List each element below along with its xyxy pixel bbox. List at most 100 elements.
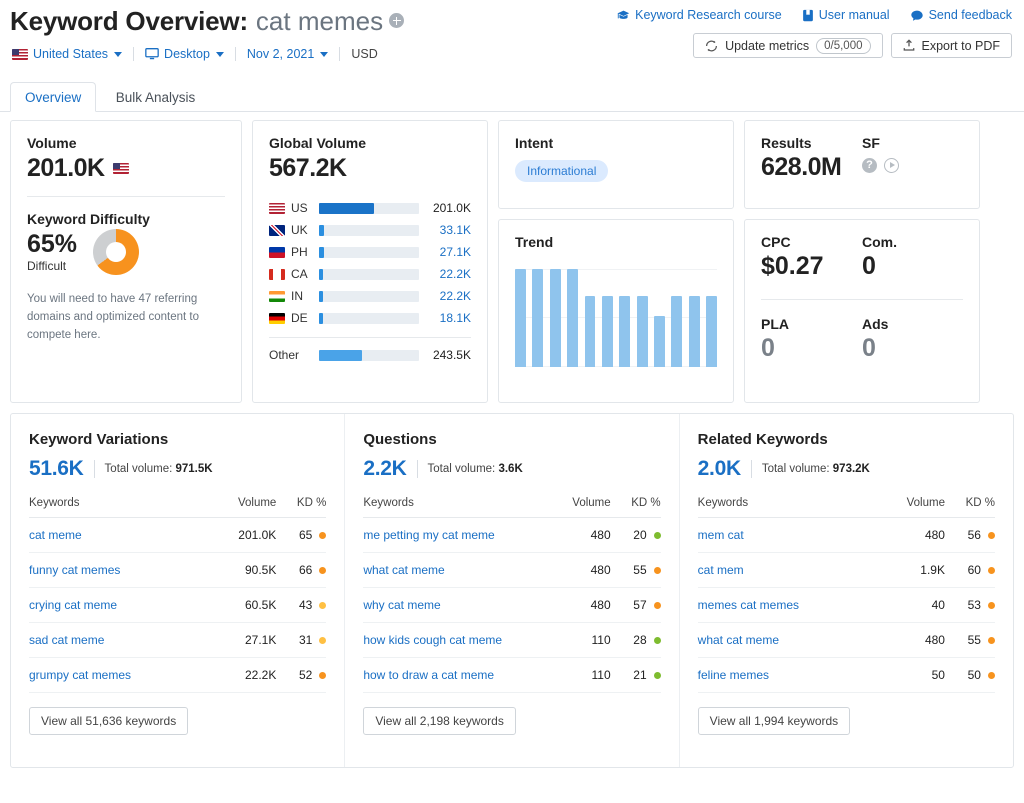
table-row[interactable]: what cat meme48055 (363, 553, 660, 588)
total-volume: Total volume: 973.2K (762, 463, 870, 475)
volume-value[interactable]: 18.1K (427, 311, 471, 325)
column-header-kd[interactable]: KD % (276, 491, 326, 518)
country-selector[interactable]: United States (10, 47, 133, 61)
table-row[interactable]: sad cat meme27.1K31 (29, 623, 326, 658)
keyword-count[interactable]: 2.0K (698, 457, 741, 481)
send-feedback-link[interactable]: Send feedback (910, 8, 1012, 22)
volume-card: Volume 201.0K Keyword Difficulty 65% Dif… (10, 120, 242, 403)
trend-bar[interactable] (567, 269, 578, 367)
pla-value: 0 (761, 334, 862, 363)
view-all-keywords-button[interactable]: View all 2,198 keywords (363, 707, 516, 735)
view-all-keywords-button[interactable]: View all 1,994 keywords (698, 707, 851, 735)
kd-status-dot (654, 567, 661, 574)
keyword-difficulty-label: Keyword Difficulty (27, 211, 225, 227)
kd-status-dot (319, 637, 326, 644)
user-manual-link[interactable]: User manual (802, 8, 890, 22)
tab-bulk-analysis[interactable]: Bulk Analysis (101, 82, 211, 112)
us-flag-icon (113, 163, 129, 174)
keyword-link[interactable]: crying cat meme (29, 598, 117, 612)
keyword-link[interactable]: how to draw a cat meme (363, 668, 494, 682)
trend-bar[interactable] (515, 269, 526, 367)
volume-value[interactable]: 27.1K (427, 245, 471, 259)
table-row[interactable]: why cat meme48057 (363, 588, 660, 623)
keyword-link[interactable]: how kids cough cat meme (363, 633, 502, 647)
date-selector[interactable]: Nov 2, 2021 (236, 47, 339, 61)
table-row[interactable]: cat meme201.0K65 (29, 518, 326, 553)
tab-overview[interactable]: Overview (10, 82, 96, 112)
volume-value[interactable]: 33.1K (427, 223, 471, 237)
table-row[interactable]: memes cat memes4053 (698, 588, 995, 623)
column-header-keywords[interactable]: Keywords (698, 491, 877, 518)
trend-bar[interactable] (550, 269, 561, 367)
country-code: US (291, 201, 319, 215)
trend-bar[interactable] (637, 296, 648, 367)
trend-bar[interactable] (654, 316, 665, 367)
column-header-keywords[interactable]: Keywords (29, 491, 209, 518)
keyword-link[interactable]: mem cat (698, 528, 744, 542)
table-row[interactable]: what cat meme48055 (698, 623, 995, 658)
trend-bar[interactable] (585, 296, 596, 367)
volume-value[interactable]: 22.2K (427, 289, 471, 303)
column-header-volume[interactable]: Volume (209, 491, 277, 518)
plus-circle-icon[interactable] (389, 13, 404, 28)
keyword-link[interactable]: what cat meme (363, 563, 444, 577)
keyword-link[interactable]: feline memes (698, 668, 769, 682)
table-row[interactable]: crying cat meme60.5K43 (29, 588, 326, 623)
global-volume-row[interactable]: UK33.1K (269, 219, 471, 241)
table-row[interactable]: mem cat48056 (698, 518, 995, 553)
keyword-link[interactable]: what cat meme (698, 633, 779, 647)
global-volume-row[interactable]: CA22.2K (269, 263, 471, 285)
keyword-count[interactable]: 51.6K (29, 457, 84, 481)
view-all-keywords-button[interactable]: View all 51,636 keywords (29, 707, 188, 735)
trend-bar[interactable] (602, 296, 613, 367)
volume-cell: 1.9K (877, 553, 945, 588)
keyword-cell: what cat meme (363, 553, 557, 588)
trend-bar[interactable] (619, 296, 630, 367)
header-actions: Update metrics 0/5,000 Export to PDF (693, 33, 1012, 58)
global-volume-row[interactable]: IN22.2K (269, 285, 471, 307)
keyword-link[interactable]: me petting my cat meme (363, 528, 494, 542)
keyword-link[interactable]: cat meme (29, 528, 82, 542)
volume-value[interactable]: 22.2K (427, 267, 471, 281)
column-header-kd[interactable]: KD % (611, 491, 661, 518)
keyword-link[interactable]: sad cat meme (29, 633, 104, 647)
help-circle-icon[interactable]: ? (862, 158, 877, 173)
device-selector[interactable]: Desktop (134, 47, 235, 61)
export-to-pdf-button[interactable]: Export to PDF (891, 33, 1013, 58)
table-row[interactable]: how to draw a cat meme11021 (363, 658, 660, 693)
keyword-link[interactable]: why cat meme (363, 598, 440, 612)
intent-badge[interactable]: Informational (515, 160, 608, 182)
update-metrics-button[interactable]: Update metrics 0/5,000 (693, 33, 882, 58)
global-volume-row[interactable]: US201.0K (269, 197, 471, 219)
column-header-volume[interactable]: Volume (877, 491, 945, 518)
table-row[interactable]: funny cat memes90.5K66 (29, 553, 326, 588)
keyword-cell: what cat meme (698, 623, 877, 658)
table-row[interactable]: grumpy cat memes22.2K52 (29, 658, 326, 693)
global-volume-row[interactable]: PH27.1K (269, 241, 471, 263)
table-row[interactable]: cat mem1.9K60 (698, 553, 995, 588)
column-header-keywords[interactable]: Keywords (363, 491, 557, 518)
table-row[interactable]: feline memes5050 (698, 658, 995, 693)
keyword-research-course-link[interactable]: Keyword Research course (617, 8, 782, 22)
trend-bar[interactable] (689, 296, 700, 367)
trend-bar[interactable] (671, 296, 682, 367)
kd-cell: 52 (276, 658, 326, 693)
speech-bubble-icon (910, 9, 924, 22)
kd-status-dot (988, 532, 995, 539)
keyword-link[interactable]: cat mem (698, 563, 744, 577)
trend-bar[interactable] (706, 296, 717, 367)
keyword-link[interactable]: funny cat memes (29, 563, 120, 577)
trend-bar[interactable] (532, 269, 543, 367)
keyword-cell: how kids cough cat meme (363, 623, 557, 658)
table-row[interactable]: me petting my cat meme48020 (363, 518, 660, 553)
table-row[interactable]: how kids cough cat meme11028 (363, 623, 660, 658)
country-label: United States (33, 47, 108, 61)
column-header-kd[interactable]: KD % (945, 491, 995, 518)
keyword-link[interactable]: grumpy cat memes (29, 668, 131, 682)
play-circle-icon[interactable] (884, 158, 899, 173)
keyword-count[interactable]: 2.2K (363, 457, 406, 481)
global-volume-row[interactable]: DE18.1K (269, 307, 471, 329)
keyword-link[interactable]: memes cat memes (698, 598, 799, 612)
chevron-down-icon (320, 52, 328, 57)
column-header-volume[interactable]: Volume (557, 491, 611, 518)
